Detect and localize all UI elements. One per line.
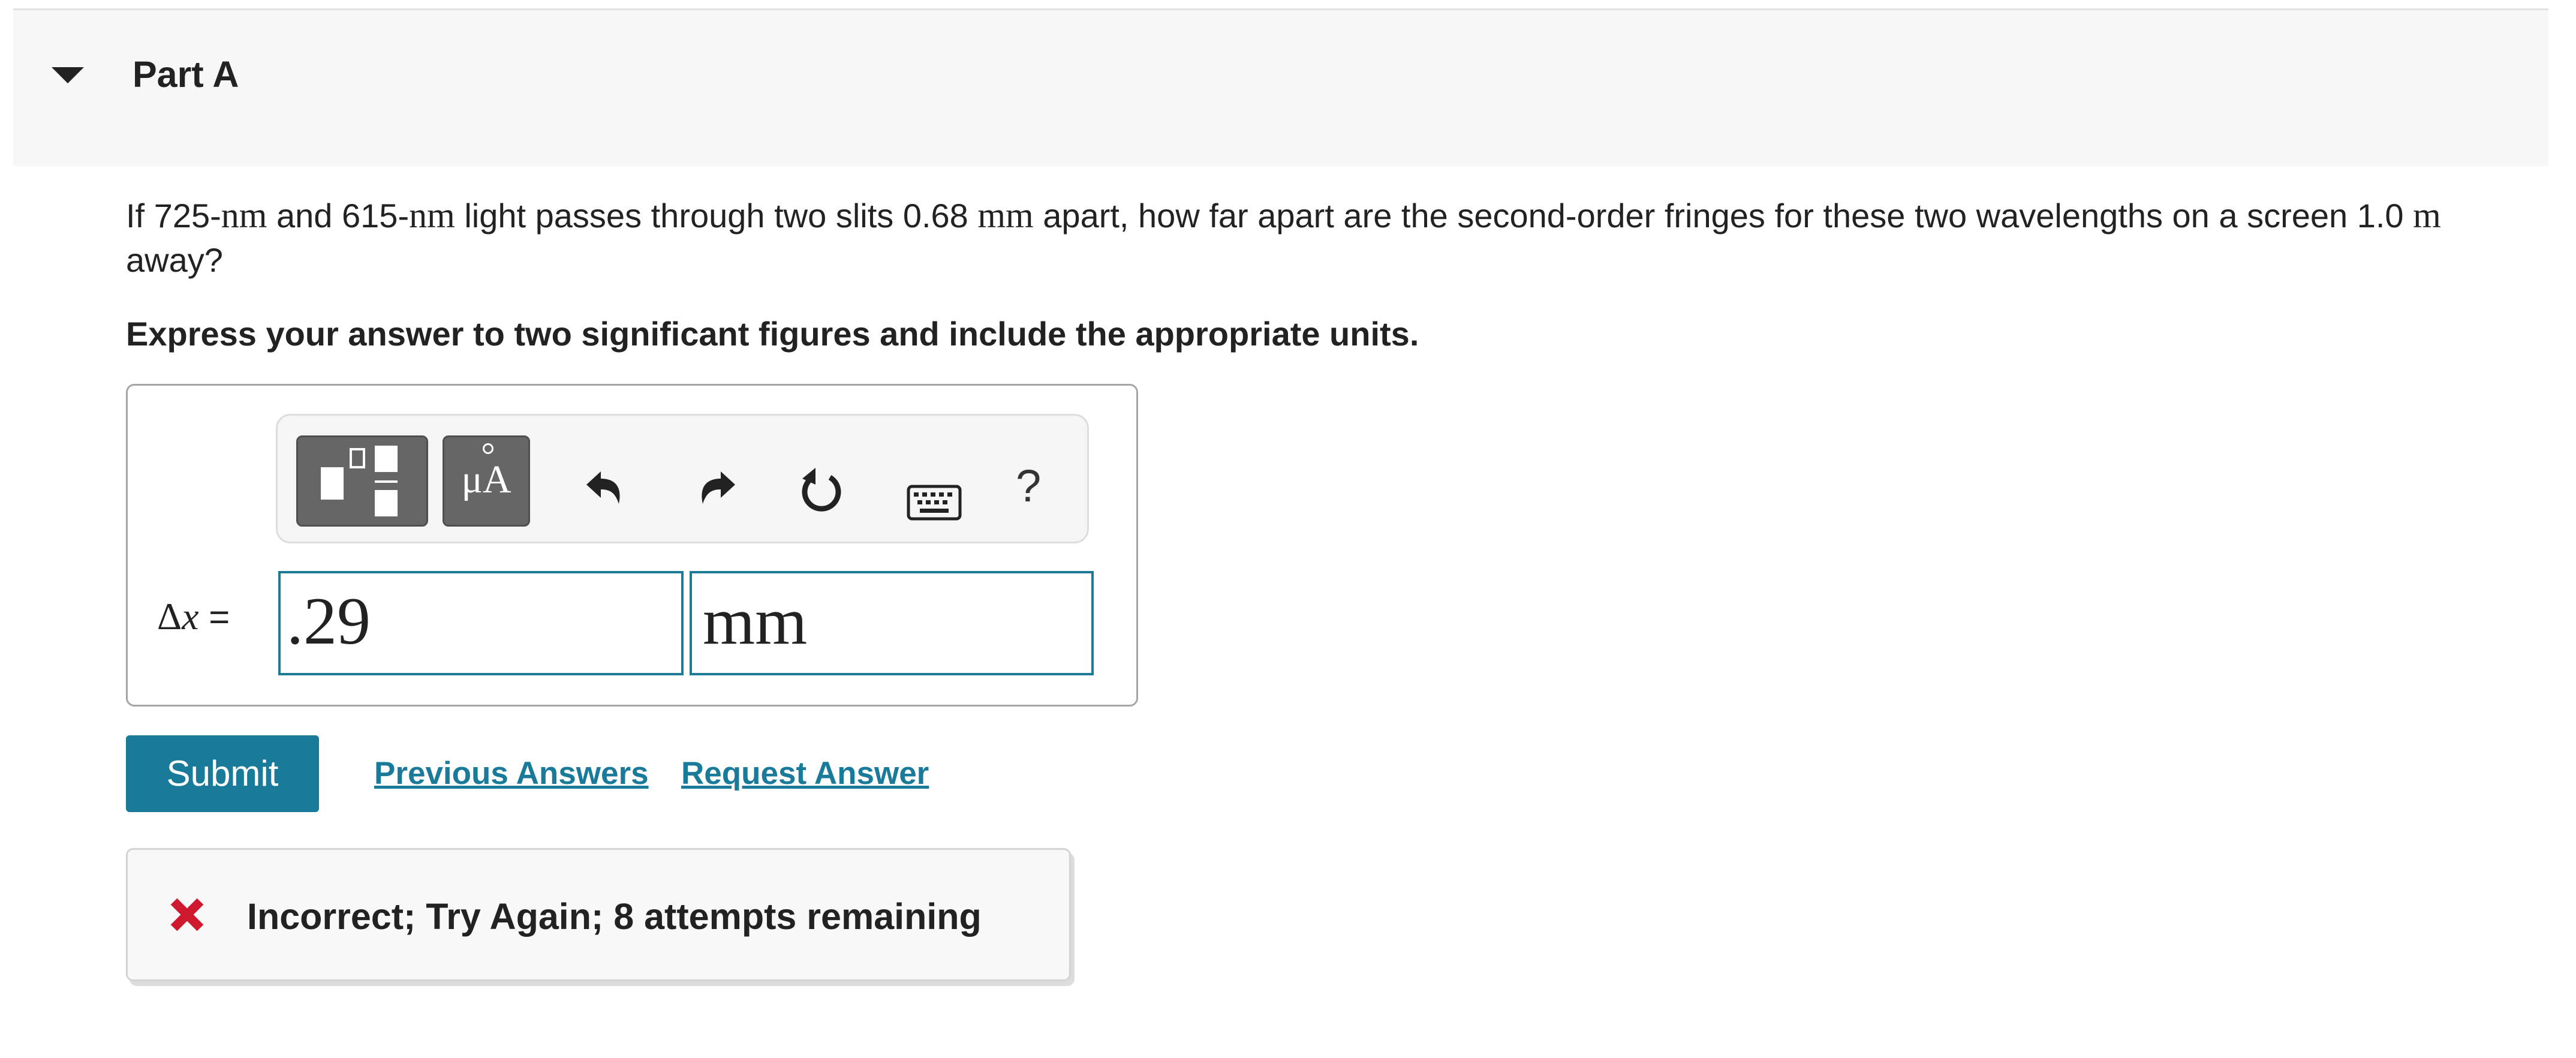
keyboard-icon[interactable]	[907, 485, 962, 521]
incorrect-icon	[170, 898, 204, 931]
redo-icon[interactable]	[694, 467, 740, 509]
templates-button[interactable]	[296, 435, 428, 527]
units-button[interactable]: μA	[443, 435, 530, 527]
part-header	[13, 10, 2548, 166]
part-title: Part A	[133, 54, 239, 95]
undo-icon[interactable]	[582, 467, 627, 509]
help-icon[interactable]: ?	[1016, 459, 1041, 513]
submit-button[interactable]: Submit	[126, 735, 319, 812]
units-icon	[483, 443, 493, 454]
variable-label: Δx =	[157, 595, 230, 638]
units-label: μA	[461, 458, 511, 501]
reset-icon[interactable]	[798, 465, 845, 516]
previous-answers-link[interactable]: Previous Answers	[374, 752, 649, 795]
collapse-toggle-icon[interactable]	[52, 67, 84, 83]
instruction-text: Express your answer to two significant f…	[126, 315, 1419, 353]
request-answer-link[interactable]: Request Answer	[681, 752, 929, 795]
feedback-message: Incorrect; Try Again; 8 attempts remaini…	[247, 896, 982, 937]
question-text: If 725-nm and 615-nm light passes throug…	[126, 196, 2441, 279]
value-input[interactable]: .29	[278, 571, 684, 675]
units-input[interactable]: mm	[690, 571, 1094, 675]
